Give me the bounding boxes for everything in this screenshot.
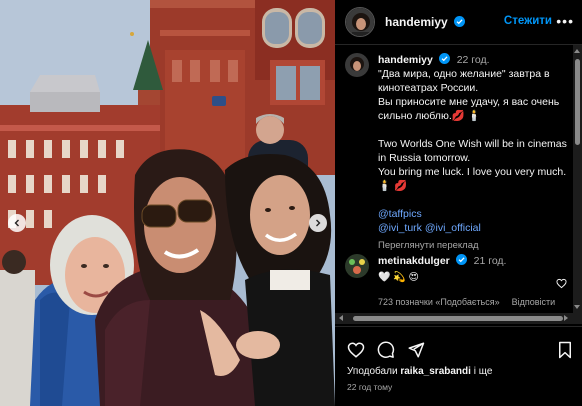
likes-user-link[interactable]: raika_srabandi <box>400 366 471 377</box>
horizontal-scroll-thumb[interactable] <box>353 316 563 321</box>
scroll-up-arrow-icon[interactable] <box>574 49 580 53</box>
caption-ru-line-2: Вы приносите мне удачу, я вас очень силь… <box>378 96 560 122</box>
post-header: handemiyy Стежити ••• <box>335 0 582 45</box>
chevron-right-icon <box>316 219 321 227</box>
post-side-panel: handemiyy Стежити ••• handemiyy 22 год. … <box>335 0 582 406</box>
post-caption: handemiyy 22 год. "Два мира, одно желани… <box>345 53 570 253</box>
save-bookmark-icon[interactable] <box>557 341 573 359</box>
verified-badge-icon <box>454 16 466 27</box>
verified-badge-icon <box>438 53 450 64</box>
caption-avatar[interactable] <box>345 53 369 77</box>
comment-bubble-icon[interactable] <box>377 341 395 359</box>
comments-horizontal-scrollbar[interactable] <box>335 313 582 324</box>
post-photo <box>0 0 335 406</box>
mention-ivi-turk[interactable]: @ivi_turk <box>378 222 422 234</box>
comments-area: handemiyy 22 год. "Два мира, одно желани… <box>335 45 582 313</box>
comment-likes-count[interactable]: 723 позначки «Подобається» <box>378 295 500 309</box>
mention-taffpics[interactable]: @taffpics <box>378 208 422 220</box>
author-avatar[interactable] <box>345 7 375 37</box>
commenter-avatar-image <box>345 254 369 278</box>
verified-badge-icon <box>455 254 467 265</box>
follow-button[interactable]: Стежити <box>504 15 552 27</box>
commenter-avatar[interactable] <box>345 254 369 278</box>
comment-body: metinakdulger 21 год. 🤍 💫 😍 723 позначки… <box>378 254 558 309</box>
chevron-left-icon <box>14 219 19 227</box>
scroll-right-arrow-icon[interactable] <box>564 315 568 321</box>
comments-vertical-scrollbar[interactable] <box>573 45 582 313</box>
caption-en-line-1: Two Worlds One Wish will be in cinemas i… <box>378 138 567 164</box>
post-actions-bar <box>347 341 575 361</box>
caption-en-line-2: You bring me luck. I love you very much.… <box>378 166 567 192</box>
comment-time[interactable]: 21 год. <box>474 255 507 267</box>
scroll-down-arrow-icon[interactable] <box>574 305 580 309</box>
carousel-next-button[interactable] <box>309 214 327 232</box>
author-username[interactable]: handemiyy <box>385 15 466 29</box>
comment-reply-button[interactable]: Відповісти <box>512 295 556 309</box>
comment-text: 🤍 💫 😍 <box>378 272 419 283</box>
likes-summary: Уподобали raika_srabandi і ще <box>347 366 492 377</box>
likes-suffix[interactable]: і ще <box>471 366 493 377</box>
author-avatar-image <box>346 8 374 36</box>
vertical-scroll-thumb[interactable] <box>575 59 580 145</box>
comment-meta: 723 позначки «Подобається» Відповісти <box>378 295 558 309</box>
scroll-left-arrow-icon[interactable] <box>339 315 343 321</box>
actions-divider <box>335 326 582 327</box>
caption-username[interactable]: handemiyy <box>378 54 433 66</box>
caption-ru-line-1: "Два мира, одно желание" завтра в киноте… <box>378 68 550 94</box>
post-photo-illustration <box>0 0 335 406</box>
carousel-prev-button[interactable] <box>8 214 26 232</box>
caption-avatar-image <box>345 53 369 77</box>
see-translation-link[interactable]: Переглянути переклад <box>378 239 568 253</box>
mention-ivi-official[interactable]: @ivi_official <box>425 222 481 234</box>
share-send-icon[interactable] <box>407 341 425 359</box>
commenter-username[interactable]: metinakdulger <box>378 255 450 267</box>
comment-item: metinakdulger 21 год. 🤍 💫 😍 723 позначки… <box>345 254 570 309</box>
author-username-text[interactable]: handemiyy <box>385 15 448 29</box>
comment-like-heart-icon[interactable] <box>556 278 567 289</box>
caption-body: handemiyy 22 год. "Два мира, одно желани… <box>378 53 568 253</box>
more-options-icon[interactable]: ••• <box>556 14 574 28</box>
like-heart-icon[interactable] <box>347 341 365 359</box>
post-timestamp[interactable]: 22 год тому <box>347 382 392 392</box>
likes-prefix: Уподобали <box>347 366 401 377</box>
caption-time[interactable]: 22 год. <box>457 54 490 66</box>
